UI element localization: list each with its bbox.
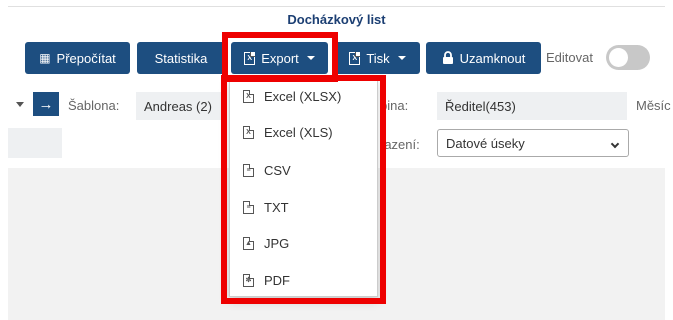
chevron-down-icon [397,56,406,60]
display-select-value: Datové úseky [446,135,525,151]
template-label: Šablona: [68,98,120,113]
go-arrow-button[interactable]: → [33,92,59,116]
lock-icon [442,50,454,66]
month-label: Měsíc [636,98,671,113]
excel-file-icon: X [349,51,361,65]
print-button[interactable]: X Tisk [335,42,420,74]
page-title: Docházkový list [287,12,386,27]
top-divider [8,0,665,7]
template-field[interactable]: Andreas (2) [136,92,226,120]
display-select[interactable]: Datové úseky [437,129,629,157]
edit-toggle-label: Editovat [546,50,593,65]
lock-button[interactable]: Uzamknout [426,42,541,74]
chevron-down-icon[interactable] [16,102,24,107]
toggle-knob [609,48,628,67]
arrow-right-icon: → [38,95,54,113]
calculator-icon: ▦ [39,51,51,65]
print-label: Tisk [366,50,390,66]
group-field[interactable]: Ředitel(453) [437,92,627,120]
chevron-down-icon [610,139,620,149]
statistics-label: Statistika [154,50,208,66]
lock-label: Uzamknout [459,50,526,66]
collapsed-panel [8,128,62,158]
export-menu-highlight [221,75,386,304]
recalculate-label: Přepočítat [56,50,116,66]
edit-toggle[interactable] [606,45,650,70]
recalculate-button[interactable]: ▦ Přepočítat [25,42,130,74]
statistics-button[interactable]: Statistika [137,42,225,74]
